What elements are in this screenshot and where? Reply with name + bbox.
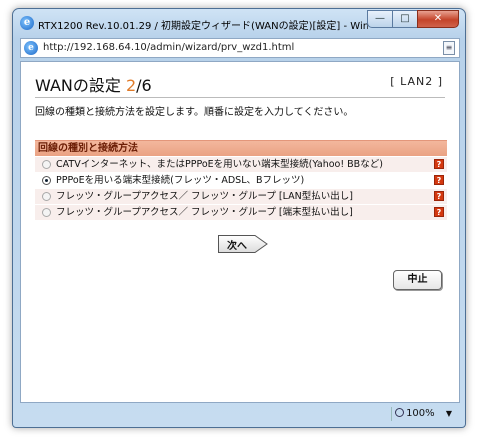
magnifier-icon — [395, 408, 405, 417]
section-header: 回線の種別と接続方法 — [35, 140, 447, 156]
zoom-dropdown-icon[interactable]: ▼ — [446, 409, 452, 418]
page-title-text: WANの設定 — [35, 76, 126, 95]
radio-catv[interactable] — [42, 160, 51, 169]
status-divider — [391, 407, 392, 421]
close-button[interactable]: ✕ — [417, 10, 459, 28]
zoom-level: 100% — [406, 408, 435, 419]
intro-text: 回線の種類と接続方法を設定します。順番に設定を入力してください。 — [35, 107, 354, 118]
page-content: WANの設定 2/6 [ LAN2 ] 回線の種類と接続方法を設定します。順番に… — [20, 61, 460, 403]
page-icon[interactable]: ≡ — [443, 41, 455, 55]
page-title: WANの設定 2/6 — [35, 76, 152, 95]
option-label[interactable]: PPPoEを用いる端末型接続(フレッツ・ADSL、Bフレッツ) — [56, 173, 304, 188]
maximize-button[interactable]: □ — [392, 10, 418, 28]
step-total: /6 — [136, 76, 152, 95]
help-icon[interactable]: ? — [434, 159, 444, 169]
window-controls: — □ ✕ — [367, 10, 459, 28]
radio-group-lan[interactable] — [42, 192, 51, 201]
browser-window: e RTX1200 Rev.10.01.29 / 初期設定ウィザード(WANの設… — [12, 8, 466, 428]
help-icon[interactable]: ? — [434, 207, 444, 217]
header-divider — [35, 97, 445, 98]
option-row[interactable]: PPPoEを用いる端末型接続(フレッツ・ADSL、Bフレッツ) ? — [35, 173, 447, 188]
radio-pppoe[interactable] — [42, 176, 51, 185]
page-header: WANの設定 2/6 [ LAN2 ] — [35, 72, 447, 95]
minimize-button[interactable]: — — [367, 10, 393, 28]
address-url[interactable]: http://192.168.64.10/admin/wizard/prv_wz… — [43, 42, 294, 53]
ie-page-icon: e — [24, 41, 38, 55]
option-row[interactable]: CATVインターネット、またはPPPoEを用いない端末型接続(Yahoo! BB… — [35, 157, 447, 172]
zoom-control[interactable]: 100% ▼ — [395, 408, 452, 419]
status-bar: 100% ▼ — [20, 405, 460, 423]
title-bar[interactable]: e RTX1200 Rev.10.01.29 / 初期設定ウィザード(WANの設… — [13, 9, 465, 37]
next-button[interactable]: 次へ — [217, 233, 269, 254]
lan-tag: [ LAN2 ] — [390, 75, 443, 88]
next-button-label: 次へ — [227, 241, 247, 252]
option-row[interactable]: フレッツ・グループアクセス／ フレッツ・グループ [端末型払い出し] ? — [35, 205, 447, 220]
connection-type-options: CATVインターネット、またはPPPoEを用いない端末型接続(Yahoo! BB… — [35, 157, 447, 221]
window-title: RTX1200 Rev.10.01.29 / 初期設定ウィザード(WANの設定)… — [38, 21, 368, 32]
option-label[interactable]: フレッツ・グループアクセス／ フレッツ・グループ [端末型払い出し] — [56, 205, 353, 220]
option-row[interactable]: フレッツ・グループアクセス／ フレッツ・グループ [LAN型払い出し] ? — [35, 189, 447, 204]
address-bar[interactable]: e http://192.168.64.10/admin/wizard/prv_… — [20, 38, 460, 58]
option-label[interactable]: CATVインターネット、またはPPPoEを用いない端末型接続(Yahoo! BB… — [56, 157, 383, 172]
help-icon[interactable]: ? — [434, 175, 444, 185]
option-label[interactable]: フレッツ・グループアクセス／ フレッツ・グループ [LAN型払い出し] — [56, 189, 353, 204]
help-icon[interactable]: ? — [434, 191, 444, 201]
ie-icon: e — [20, 16, 34, 30]
step-current: 2 — [125, 76, 137, 95]
radio-group-terminal[interactable] — [42, 208, 51, 217]
stop-button[interactable]: 中止 — [393, 270, 442, 290]
